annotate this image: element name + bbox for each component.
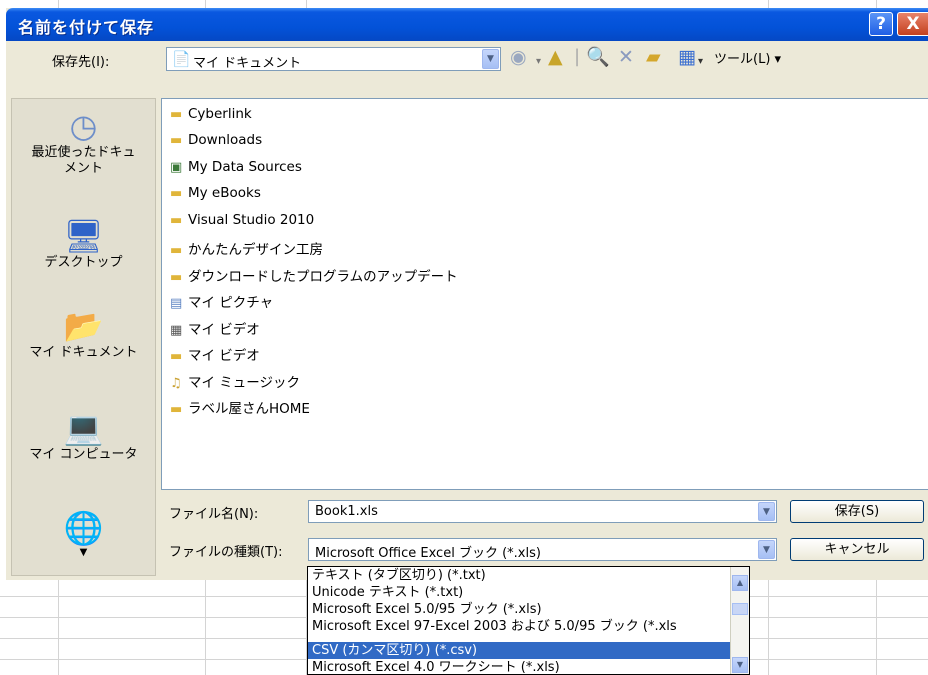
- list-item[interactable]: ▣ My Data Sources: [170, 159, 302, 178]
- place-my-documents[interactable]: 📂 マイ ドキュメント: [12, 307, 155, 361]
- music-folder-icon: ♫: [170, 376, 182, 391]
- location-value: マイ ドキュメント: [193, 56, 302, 71]
- filetype-dropdown-list[interactable]: テキスト (タブ区切り) (*.txt) Unicode テキスト (*.txt…: [307, 566, 750, 675]
- delete-icon[interactable]: ✕: [618, 45, 634, 69]
- filename-field[interactable]: Book1.xls ▼: [308, 500, 777, 523]
- new-folder-icon[interactable]: ▰: [646, 45, 661, 69]
- my-computer-icon: 💻: [63, 409, 104, 447]
- file-list[interactable]: ▬ Cyberlink ▬ Downloads ▣ My Data Sources ▬…: [161, 98, 928, 490]
- filename-dropdown-button[interactable]: ▼: [758, 502, 775, 521]
- folder-icon: ▬: [170, 107, 183, 122]
- chevron-down-icon: ▼: [736, 660, 744, 669]
- scroll-up-button[interactable]: ▲: [732, 575, 748, 591]
- place-network[interactable]: 🌐 ▼: [12, 509, 155, 558]
- place-label: デスクトップ: [44, 255, 123, 270]
- desktop-icon: 🖥: [63, 217, 104, 255]
- folder-icon: ▬: [170, 186, 183, 201]
- list-item[interactable]: ▬ かんたんデザイン工房: [170, 238, 323, 258]
- folder-icon: ▬: [170, 243, 183, 258]
- my-documents-icon: 📂: [63, 307, 104, 345]
- views-icon[interactable]: ▦: [678, 45, 696, 69]
- filetype-label: ファイルの種類(T):: [169, 545, 283, 560]
- place-recent-documents[interactable]: ◷ 最近使ったドキュメント: [12, 107, 155, 177]
- video-folder-icon: ▦: [170, 323, 183, 338]
- list-item[interactable]: Unicode テキスト (*.txt): [312, 584, 463, 601]
- folder-icon: ▬: [170, 402, 183, 417]
- chevron-down-icon: ▼: [763, 545, 770, 555]
- list-item[interactable]: ♫ マイ ミュージック: [170, 371, 300, 391]
- list-item[interactable]: ▤ マイ ピクチャ: [170, 291, 273, 311]
- filename-value: Book1.xls: [315, 504, 378, 519]
- back-dropdown-icon[interactable]: ▾: [536, 50, 541, 74]
- location-dropdown-button[interactable]: ▼: [482, 49, 499, 69]
- dialog-title: 名前を付けて保存: [18, 18, 155, 37]
- filename-label: ファイル名(N):: [169, 507, 259, 522]
- folder-icon: ▬: [170, 213, 183, 228]
- list-item[interactable]: Microsoft Excel 97-Excel 2003 および 5.0/95…: [312, 618, 677, 635]
- places-scroll-down-icon[interactable]: ▼: [12, 547, 155, 558]
- title-bar[interactable]: 名前を付けて保存 ? X: [6, 8, 928, 41]
- help-button[interactable]: ?: [869, 12, 893, 36]
- list-item[interactable]: ▬ My eBooks: [170, 185, 261, 204]
- network-places-icon: 🌐: [63, 509, 104, 547]
- folder-icon: ▬: [170, 133, 183, 148]
- place-label: 最近使ったドキュメント: [31, 145, 136, 176]
- pictures-folder-icon: ▤: [170, 296, 183, 311]
- scroll-down-button[interactable]: ▼: [732, 657, 748, 673]
- list-item[interactable]: テキスト (タブ区切り) (*.txt): [312, 567, 486, 584]
- list-item[interactable]: ▬ Downloads: [170, 132, 262, 151]
- place-label: マイ コンピュータ: [29, 447, 138, 462]
- list-item[interactable]: Microsoft Excel 4.0 ワークシート (*.xls): [312, 659, 560, 674]
- list-item[interactable]: ▬ ラベル屋さんHOME: [170, 397, 310, 417]
- filetype-value: Microsoft Office Excel ブック (*.xls): [315, 546, 541, 561]
- save-button[interactable]: 保存(S): [790, 500, 924, 523]
- places-bar: ◷ 最近使ったドキュメント 🖥 デスクトップ 📂 マイ ドキュメント 💻 マイ …: [11, 98, 156, 576]
- my-documents-small-icon: 📄: [172, 50, 191, 68]
- tools-menu[interactable]: ツール(L) ▾: [714, 48, 781, 67]
- chevron-down-icon: ▼: [487, 54, 494, 64]
- list-item[interactable]: ▬ Visual Studio 2010: [170, 212, 314, 231]
- search-web-icon[interactable]: 🔍: [586, 45, 610, 69]
- up-folder-icon[interactable]: ▲: [548, 45, 563, 69]
- filetype-dropdown-button[interactable]: ▼: [758, 540, 775, 559]
- chevron-down-icon: ▼: [763, 507, 770, 517]
- cancel-button[interactable]: キャンセル: [790, 538, 924, 561]
- list-item[interactable]: Microsoft Excel 5.0/95 ブック (*.xls): [312, 601, 542, 618]
- list-item[interactable]: ▬ ダウンロードしたプログラムのアップデート: [170, 265, 458, 285]
- place-desktop[interactable]: 🖥 デスクトップ: [12, 217, 155, 271]
- list-item-selected[interactable]: CSV (カンマ区切り) (*.csv): [308, 642, 731, 659]
- views-dropdown-icon[interactable]: ▾: [698, 50, 703, 74]
- list-item[interactable]: ▦ マイ ビデオ: [170, 318, 260, 338]
- place-label: マイ ドキュメント: [29, 345, 138, 360]
- location-combo[interactable]: 📄 マイ ドキュメント ▼: [166, 47, 501, 71]
- scroll-thumb[interactable]: [732, 603, 748, 615]
- list-item[interactable]: ▬ マイ ビデオ: [170, 344, 260, 364]
- folder-icon: ▬: [170, 270, 183, 285]
- chevron-up-icon: ▲: [736, 578, 744, 587]
- recent-documents-icon: ◷: [69, 107, 98, 145]
- filetype-select[interactable]: Microsoft Office Excel ブック (*.xls) ▼: [308, 538, 777, 561]
- place-my-computer[interactable]: 💻 マイ コンピュータ: [12, 409, 155, 463]
- folder-icon: ▬: [170, 349, 183, 364]
- back-icon[interactable]: ◉: [510, 45, 527, 69]
- list-item[interactable]: ▬ Cyberlink: [170, 106, 252, 125]
- data-sources-folder-icon: ▣: [170, 160, 183, 175]
- dropdown-scrollbar[interactable]: ▲ ▼: [730, 567, 749, 674]
- save-as-dialog: 名前を付けて保存 ? X 保存先(I): 📄 マイ ドキュメント ▼ ◉ ▾ ▲…: [6, 8, 928, 580]
- location-label: 保存先(I):: [52, 55, 110, 70]
- toolbar-separator: |: [574, 46, 581, 67]
- close-button[interactable]: X: [897, 12, 928, 36]
